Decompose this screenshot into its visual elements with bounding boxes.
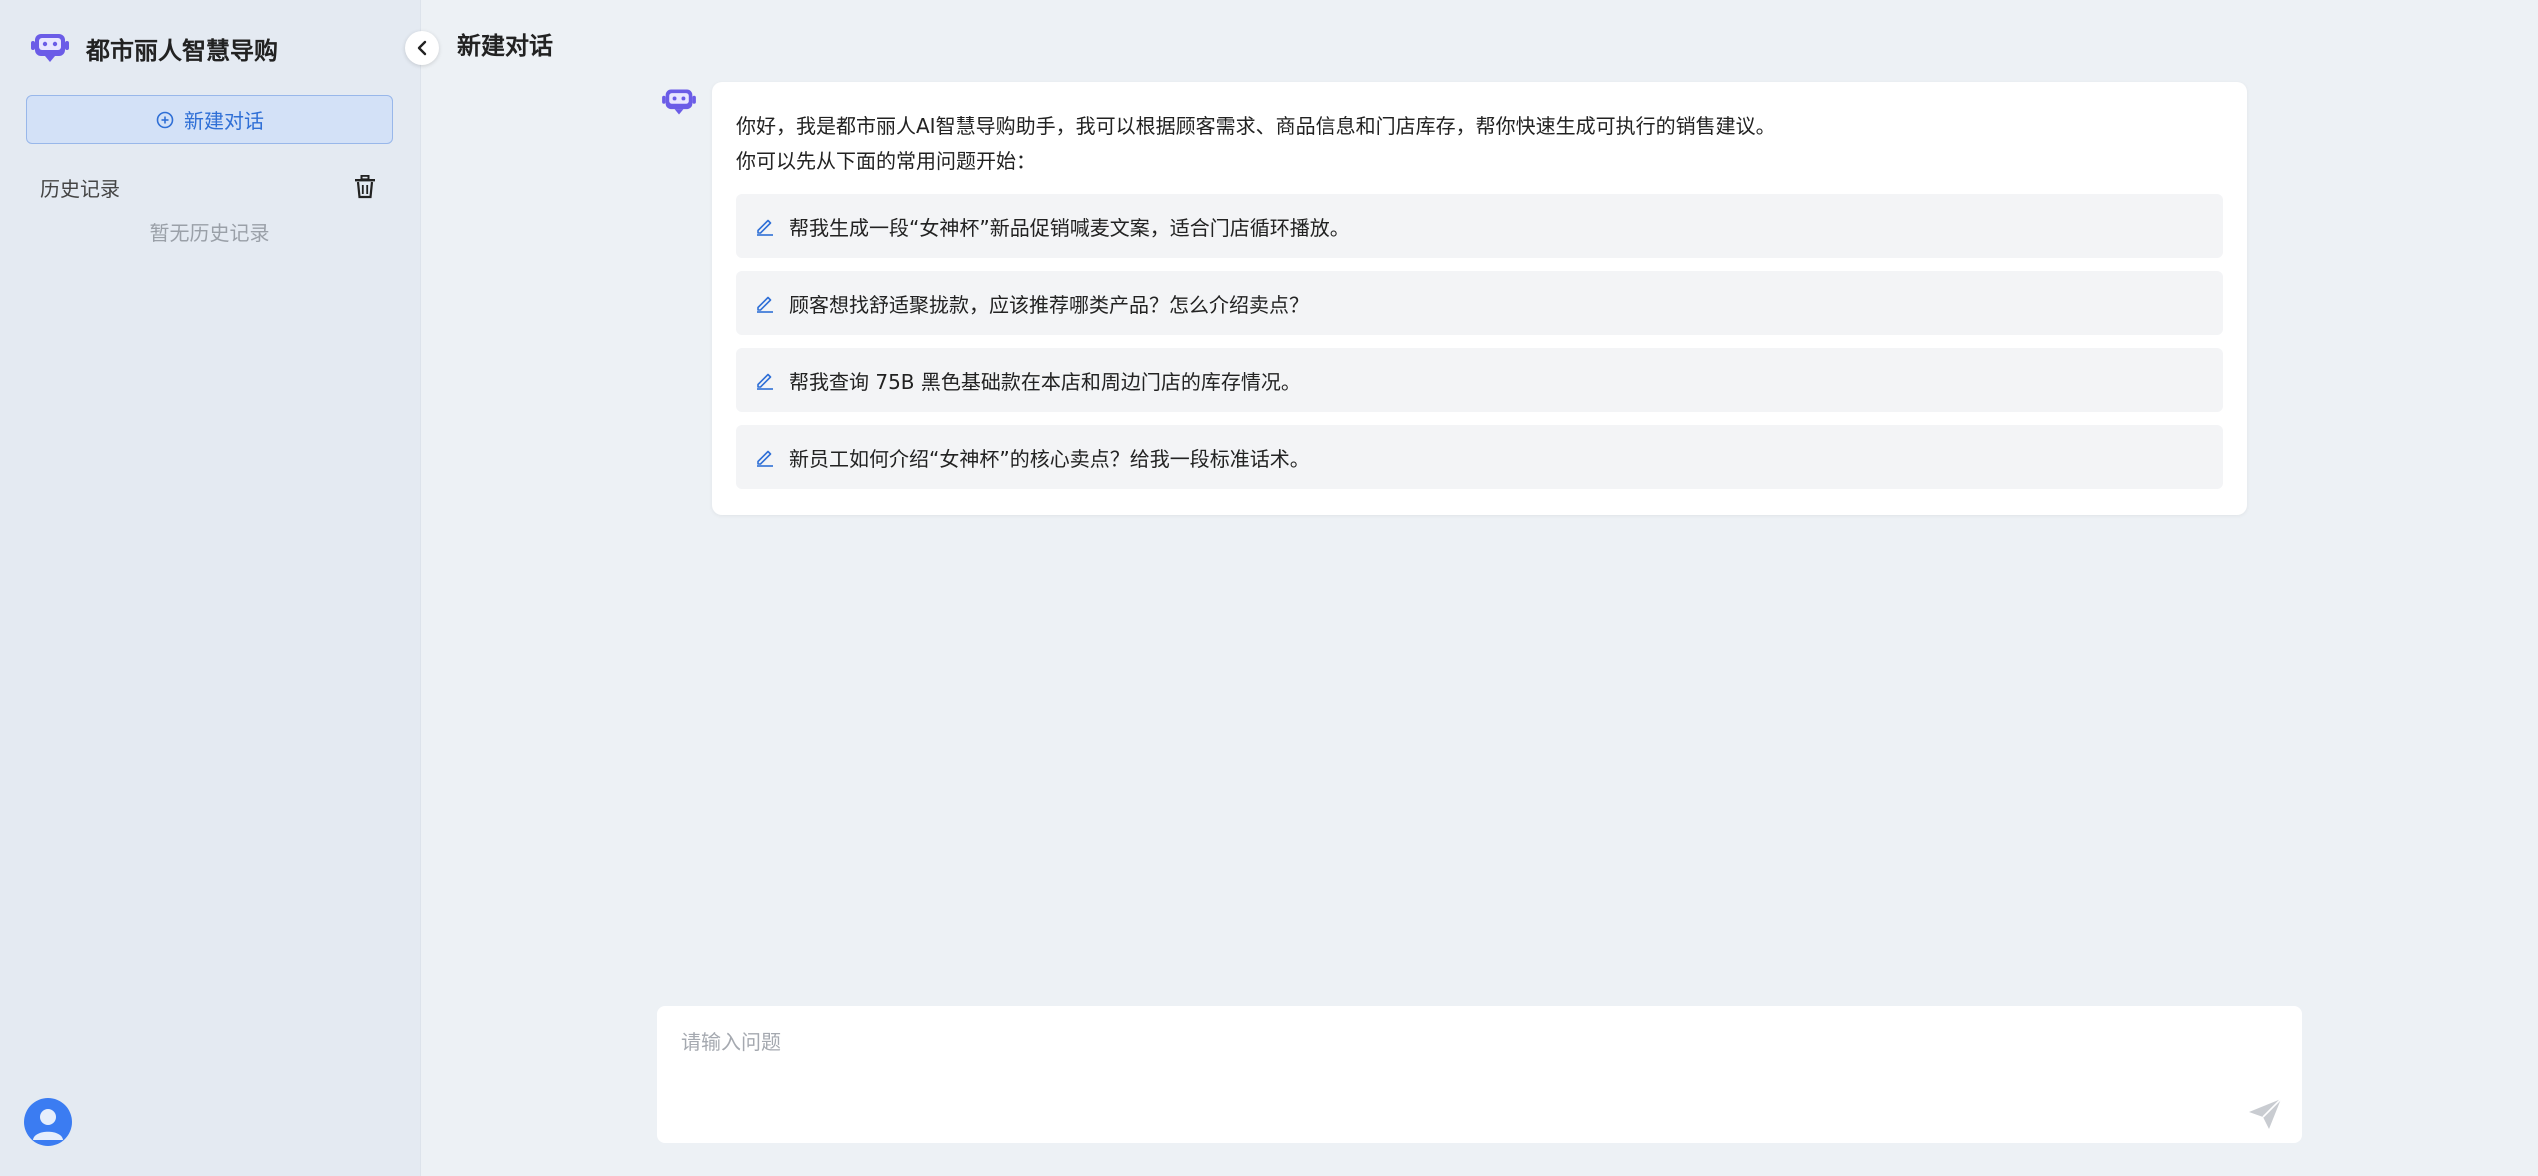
app-root: 都市丽人智慧导购 新建对话 历史记录 暂无历史记录 新建对话 你好，我是都市丽人… xyxy=(0,0,2538,1176)
history-empty-text: 暂无历史记录 xyxy=(149,221,270,245)
edit-icon xyxy=(757,219,773,236)
chat-input-box xyxy=(657,1006,2302,1143)
suggestion-text: 新员工如何介绍“女神杯”的核心卖点？给我一段标准话术。 xyxy=(789,446,1310,471)
user-avatar-icon[interactable] xyxy=(24,1098,72,1146)
brand: 都市丽人智慧导购 xyxy=(30,30,278,66)
greeting-text: 你好，我是都市丽人AI智慧导购助手，我可以根据顾客需求、商品信息和门店库存，帮你… xyxy=(736,109,2216,179)
edit-icon xyxy=(757,296,773,313)
robot-icon xyxy=(31,34,69,62)
plus-circle-icon xyxy=(156,111,174,128)
greeting-line-2: 你可以先从下面的常用问题开始： xyxy=(736,149,1036,173)
history-header: 历史记录 xyxy=(40,173,376,201)
send-button[interactable] xyxy=(2245,1094,2285,1134)
edit-icon xyxy=(757,450,773,467)
suggestion-item[interactable]: 顾客想找舒适聚拢款，应该推荐哪类产品？怎么介绍卖点？ xyxy=(736,271,2223,335)
trash-icon[interactable] xyxy=(354,175,376,199)
suggestion-item[interactable]: 帮我生成一段“女神杯”新品促销喊麦文案，适合门店循环播放。 xyxy=(736,194,2223,258)
suggestion-text: 帮我查询 75B 黑色基础款在本店和周边门店的库存情况。 xyxy=(789,369,1301,394)
user-silhouette-icon xyxy=(33,1109,63,1140)
greeting-line-1: 你好，我是都市丽人AI智慧导购助手，我可以根据顾客需求、商品信息和门店库存，帮你… xyxy=(736,114,1776,138)
suggestion-text: 顾客想找舒适聚拢款，应该推荐哪类产品？怎么介绍卖点？ xyxy=(789,292,1309,317)
bot-avatar-robot-icon xyxy=(662,89,696,115)
chevron-left-icon xyxy=(417,40,427,56)
page-title: 新建对话 xyxy=(457,32,553,60)
sidebar-collapse-button[interactable] xyxy=(405,31,439,65)
new-chat-label: 新建对话 xyxy=(184,109,264,133)
question-input[interactable] xyxy=(681,1026,2241,1096)
brand-title: 都市丽人智慧导购 xyxy=(86,36,278,65)
suggestion-item[interactable]: 新员工如何介绍“女神杯”的核心卖点？给我一段标准话术。 xyxy=(736,425,2223,489)
history-label: 历史记录 xyxy=(40,176,120,201)
edit-icon xyxy=(757,373,773,390)
new-chat-button[interactable]: 新建对话 xyxy=(26,95,393,144)
suggestion-text: 帮我生成一段“女神杯”新品促销喊麦文案，适合门店循环播放。 xyxy=(789,215,1350,240)
send-icon xyxy=(2249,1098,2282,1129)
sidebar: 都市丽人智慧导购 新建对话 历史记录 暂无历史记录 xyxy=(0,0,421,1176)
assistant-message-card: 你好，我是都市丽人AI智慧导购助手，我可以根据顾客需求、商品信息和门店库存，帮你… xyxy=(712,82,2247,515)
suggestion-item[interactable]: 帮我查询 75B 黑色基础款在本店和周边门店的库存情况。 xyxy=(736,348,2223,412)
